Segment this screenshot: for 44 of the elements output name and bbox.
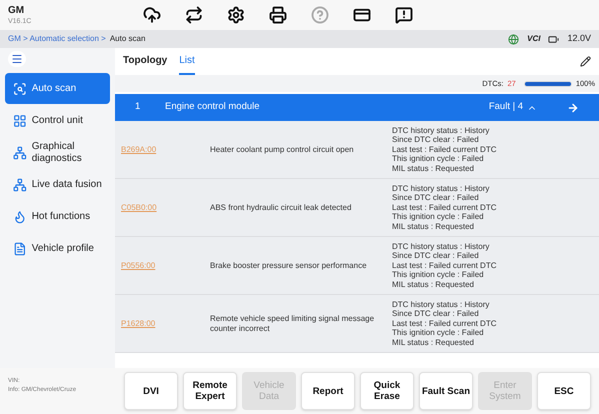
dtc-status: DTC history status : History Since DTC clear : Failed Last test : Failed current DTC This ignition cycle : Failed MIL status : Requested — [392, 300, 496, 348]
vci-label: VCI — [527, 33, 540, 45]
sidebar-item[interactable]: Control unit — [5, 105, 110, 136]
sidebar-item[interactable]: Live data fusion — [5, 169, 110, 200]
sidebar-item[interactable]: Graphical diagnostics — [5, 137, 110, 168]
document-icon — [13, 242, 27, 256]
grid-icon — [13, 114, 27, 128]
diagram-icon — [13, 178, 27, 192]
diagram-icon — [13, 146, 27, 160]
alert-icon[interactable] — [394, 5, 414, 25]
dtc-status: DTC history status : History Since DTC clear : Failed Last test : Failed current DTC This ignition cycle : Failed MIL status : Requested — [392, 126, 496, 174]
action-button[interactable]: Quick Erase — [360, 372, 414, 410]
battery-icon — [548, 34, 560, 44]
fault-count: Fault | 4 — [488, 100, 523, 114]
arrow-icon[interactable] — [567, 102, 579, 114]
action-button[interactable]: Fault Scan — [419, 372, 473, 410]
app-title: GM — [8, 6, 26, 16]
tab[interactable]: Topology — [123, 48, 168, 75]
module-index: 1 — [135, 100, 142, 114]
edit-icon[interactable] — [580, 56, 591, 67]
network-icon — [508, 34, 520, 44]
action-button[interactable]: DVI — [124, 372, 178, 410]
flame-icon — [13, 210, 27, 224]
voltage-reading: 12.0V — [567, 32, 591, 46]
breadcrumb-link[interactable]: GM > Automatic selection > — [8, 33, 106, 45]
dtc-status: DTC history status : History Since DTC clear : Failed Last test : Failed current DTC This ignition cycle : Failed MIL status : Requested — [392, 242, 496, 290]
dtc-description: ABS front hydraulic circuit leak detected — [210, 202, 352, 212]
breadcrumb-current: Auto scan — [110, 33, 146, 45]
settings-icon[interactable] — [226, 5, 246, 25]
sidebar-item[interactable]: Auto scan — [5, 73, 110, 104]
module-name: Engine control module — [165, 100, 260, 114]
dtc-description: Heater coolant pump control circuit open — [210, 144, 355, 154]
sidebar-item[interactable]: Hot functions — [5, 201, 110, 232]
sidebar-item[interactable]: Vehicle profile — [5, 233, 110, 264]
menu-icon[interactable] — [8, 51, 26, 67]
module-header[interactable]: 1 Engine control module Fault | 4 — [115, 94, 599, 121]
action-button[interactable]: Report — [301, 372, 355, 410]
dtc-description: Remote vehicle speed limiting signal message counter incorrect — [210, 314, 376, 334]
dtc-description: Brake booster pressure sensor performance — [210, 260, 368, 270]
dtc-status: DTC history status : History Since DTC clear : Failed Last test : Failed current DTC This ignition cycle : Failed MIL status : Requested — [392, 184, 496, 232]
action-button[interactable]: Remote Expert — [183, 372, 237, 410]
printer-icon[interactable] — [268, 5, 288, 25]
scan-icon — [13, 82, 27, 96]
action-button[interactable]: ESC — [537, 372, 591, 410]
